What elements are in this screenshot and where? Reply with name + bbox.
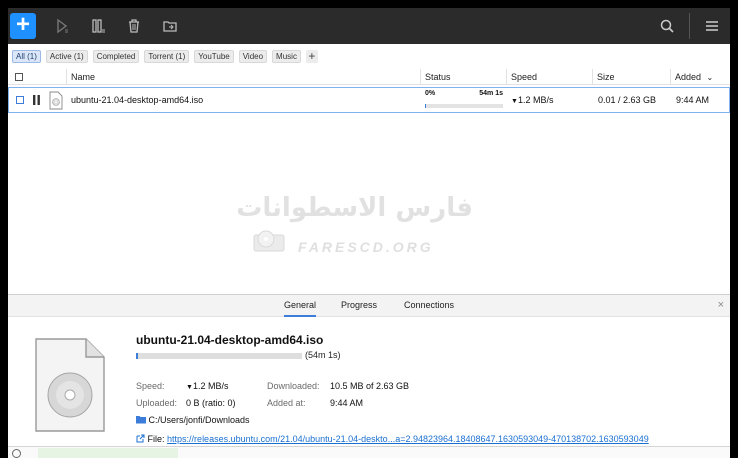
pause-icon xyxy=(33,95,40,105)
row-speed: ▼1.2 MB/s xyxy=(511,88,553,112)
speed-down-icon: ▼ xyxy=(511,98,518,105)
column-size[interactable]: Size xyxy=(592,69,670,85)
pause-icon xyxy=(92,19,105,33)
row-select-cell xyxy=(16,88,24,112)
row-progress-percent: 0% xyxy=(425,90,436,97)
add-download-button[interactable]: + xyxy=(10,13,36,39)
filter-bar: All (1) Active (1) Completed Torrent (1)… xyxy=(8,48,318,64)
external-link-icon xyxy=(136,434,145,443)
row-eta: 54m 1s xyxy=(479,90,503,97)
details-file-name: ubuntu-21.04-desktop-amd64.iso xyxy=(136,333,324,347)
watermark-arabic: فارس الاسطوانات xyxy=(236,193,473,223)
tab-connections[interactable]: Connections xyxy=(404,300,454,317)
toolbar-right xyxy=(649,8,730,44)
disc-file-icon xyxy=(49,91,63,110)
details-progress-fill xyxy=(136,353,138,359)
app-window: + All (1) Active (1) Completed Torrent (… xyxy=(8,8,730,458)
column-added[interactable]: Added ⌄ xyxy=(670,69,730,85)
menu-icon xyxy=(706,21,718,31)
add-filter-button[interactable]: + xyxy=(305,49,318,63)
main-menu-button[interactable] xyxy=(694,8,730,44)
filter-music[interactable]: Music xyxy=(272,49,301,63)
folder-icon xyxy=(163,21,177,32)
uploaded-label: Uploaded: xyxy=(136,398,178,408)
speed-down-icon: ▼ xyxy=(186,384,193,391)
added-at-value: 9:44 AM xyxy=(330,398,364,408)
row-progress-fill xyxy=(425,104,426,108)
sort-desc-icon: ⌄ xyxy=(706,73,714,82)
row-status: 0% 54m 1s xyxy=(425,88,505,112)
filter-youtube[interactable]: YouTube xyxy=(194,49,234,63)
file-source-row: File: https://releases.ubuntu.com/21.04/… xyxy=(136,434,649,444)
filter-active[interactable]: Active (1) xyxy=(45,49,88,63)
row-progress-bar xyxy=(425,104,503,108)
column-added-label: Added xyxy=(675,72,702,82)
row-added: 9:44 AM xyxy=(676,95,710,105)
speed-value-text: 1.2 MB/s xyxy=(192,381,229,391)
details-tabs: General Progress Connections × xyxy=(8,295,730,317)
row-name: ubuntu-21.04-desktop-amd64.iso xyxy=(71,95,204,105)
plus-icon: + xyxy=(15,11,30,38)
search-button[interactable] xyxy=(649,8,685,44)
speed-value: ▼1.2 MB/s xyxy=(186,381,228,391)
status-indicator xyxy=(12,449,21,458)
watermark: فارس الاسطوانات FARESCD.ORG xyxy=(236,193,473,263)
close-details-button[interactable]: × xyxy=(718,299,724,311)
search-icon xyxy=(660,19,674,33)
pause-button[interactable] xyxy=(80,8,116,44)
watermark-latin: FARESCD.ORG xyxy=(298,239,434,255)
select-all-cell xyxy=(12,69,62,85)
speed-label: Speed: xyxy=(136,381,165,391)
downloaded-label: Downloaded: xyxy=(267,381,320,391)
status-speed-area xyxy=(38,448,178,458)
filter-completed[interactable]: Completed xyxy=(92,49,140,63)
filter-torrent[interactable]: Torrent (1) xyxy=(144,49,190,63)
select-all-checkbox[interactable] xyxy=(15,73,23,81)
filter-all[interactable]: All (1) xyxy=(12,49,41,63)
toolbar-divider xyxy=(689,13,690,39)
details-progress-bar xyxy=(136,353,302,359)
status-bar xyxy=(8,446,730,458)
tab-progress[interactable]: Progress xyxy=(341,300,377,317)
downloaded-value: 10.5 MB of 2.63 GB xyxy=(330,381,410,391)
open-folder-button[interactable] xyxy=(152,8,188,44)
trash-icon xyxy=(129,19,139,33)
uploaded-value: 0 B (ratio: 0) xyxy=(186,398,236,408)
folder-icon xyxy=(136,416,146,424)
filter-video[interactable]: Video xyxy=(238,49,268,63)
row-pause-button[interactable] xyxy=(32,88,42,112)
large-disc-file-icon xyxy=(35,338,105,432)
row-size: 0.01 / 2.63 GB xyxy=(598,95,657,105)
tab-general[interactable]: General xyxy=(284,300,317,317)
row-checkbox[interactable] xyxy=(16,96,24,104)
download-folder-path: C:/Users/jonfi/Downloads xyxy=(148,415,250,425)
row-speed-value: 1.2 MB/s xyxy=(517,95,554,105)
table-header: Name Status Speed Size Added ⌄ xyxy=(8,69,730,85)
disc-drive-logo xyxy=(253,230,285,252)
column-speed[interactable]: Speed xyxy=(506,69,592,85)
resume-button[interactable] xyxy=(44,8,80,44)
details-panel: General Progress Connections × ubuntu-21… xyxy=(8,294,730,458)
details-eta: (54m 1s) xyxy=(305,350,341,360)
play-icon xyxy=(57,18,68,34)
delete-button[interactable] xyxy=(116,8,152,44)
added-at-label: Added at: xyxy=(267,398,306,408)
toolbar: + xyxy=(8,8,730,44)
file-source-link[interactable]: https://releases.ubuntu.com/21.04/ubuntu… xyxy=(167,434,649,444)
file-type-icon xyxy=(49,88,63,112)
file-label: File: xyxy=(147,434,165,444)
column-name[interactable]: Name xyxy=(66,69,420,85)
table-row[interactable]: ubuntu-21.04-desktop-amd64.iso 0% 54m 1s… xyxy=(8,87,730,113)
download-folder[interactable]: C:/Users/jonfi/Downloads xyxy=(136,415,250,425)
